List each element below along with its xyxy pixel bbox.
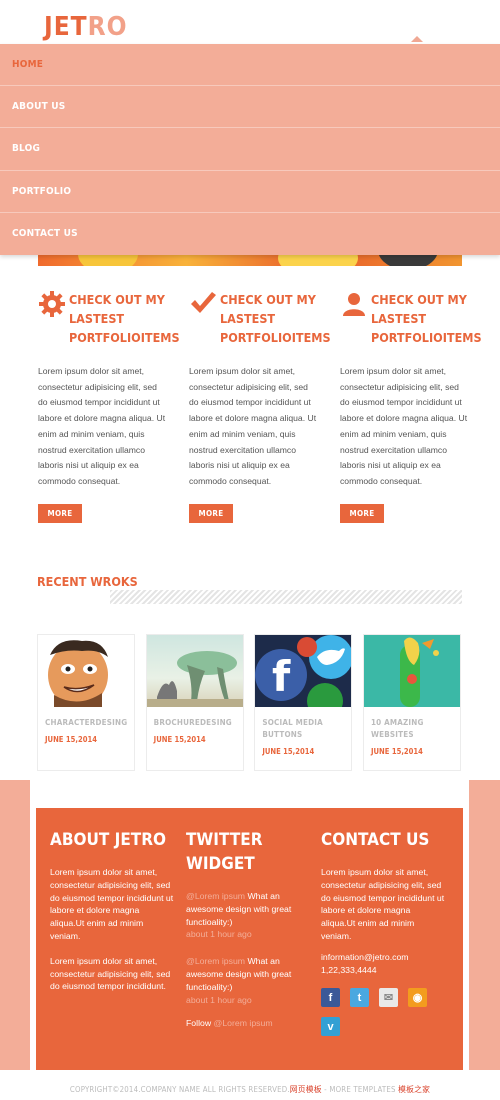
contact-email[interactable]: information@jetro.com [321, 952, 409, 962]
work-title: 10 AMAZING WEBSITES [370, 718, 424, 739]
tweet-handle[interactable]: @Lorem ipsum [186, 891, 245, 901]
tweet: @Lorem ipsum What an awesome design with… [186, 890, 311, 941]
feature-title: CHECK OUT MY LASTEST PORTFOLIOITEMS [220, 292, 331, 345]
tweet-handle[interactable]: @Lorem ipsum [186, 956, 245, 966]
footer-about-text-2: Lorem ipsum dolor sit amet, consectetur … [50, 955, 171, 992]
feature-column: CHECK OUT MY LASTEST PORTFOLIOITEMS Lore… [189, 290, 331, 523]
feature-column: CHECK OUT MY LASTEST PORTFOLIOITEMS Lore… [340, 290, 482, 523]
more-button[interactable]: MORE [38, 503, 82, 523]
work-date: JUNE 15,2014 [262, 747, 315, 756]
svg-text:f: f [272, 652, 291, 701]
gear-icon [39, 291, 65, 317]
tweet-time: about 1 hour ago [186, 994, 252, 1005]
tweet: @Lorem ipsum What an awesome design with… [186, 955, 311, 1006]
follow-handle[interactable]: @Lorem ipsum [214, 1018, 273, 1028]
footer-about: ABOUT JETRO Lorem ipsum dolor sit amet, … [50, 828, 175, 993]
work-title: BROCHUREDESING [153, 718, 232, 727]
footer-side-panel-right [469, 780, 500, 1070]
work-date: JUNE 15,2014 [45, 735, 97, 744]
tweet-time: about 1 hour ago [186, 929, 252, 940]
checkmark-icon [191, 292, 216, 313]
menu-item-home[interactable]: HOME [0, 44, 500, 87]
facebook-icon[interactable]: f [321, 988, 340, 1008]
section-divider [110, 590, 462, 604]
work-title: SOCIAL MEDIA BUTTONS [262, 718, 323, 739]
work-card[interactable]: BROCHUREDESING JUNE 15,2014 [145, 634, 244, 771]
logo-part-jet: JET [44, 12, 88, 42]
work-thumbnail[interactable] [363, 635, 460, 707]
footer-contact-title: CONTACT US [321, 830, 430, 850]
menu-item-contact-us[interactable]: CONTACT US [0, 213, 500, 255]
footer-twitter-title: TWITTER WIDGET [186, 830, 263, 874]
copyright: COPYRIGHT©2014.COMPANY NAME ALL RIGHTS R… [0, 1084, 500, 1095]
recent-works-title: RECENT WROKS [37, 574, 138, 589]
feature-title: CHECK OUT MY LASTEST PORTFOLIOITEMS [69, 292, 180, 345]
footer-about-title: ABOUT JETRO [50, 830, 167, 850]
feature-text: Lorem ipsum dolor sit amet, consectetur … [189, 366, 317, 486]
nav-menu: HOME ABOUT US BLOG PORTFOLIO CONTACT US [0, 44, 500, 255]
feature-column: CHECK OUT MY LASTEST PORTFOLIOITEMS Lore… [38, 290, 180, 523]
work-card[interactable]: 10 AMAZING WEBSITES JUNE 15,2014 [362, 634, 461, 771]
logo[interactable]: JETRO [44, 14, 128, 40]
social-icons: f t ✉ ◉ v [321, 988, 433, 1037]
copyright-link-1[interactable]: 网页模板 [290, 1085, 322, 1094]
work-card[interactable]: CHARACTERDESING JUNE 15,2014 [37, 634, 135, 771]
twitter-icon[interactable]: t [350, 988, 369, 1008]
footer-about-text: Lorem ipsum dolor sit amet, consectetur … [50, 867, 174, 941]
menu-item-about-us[interactable]: ABOUT US [0, 86, 500, 129]
copyright-separator: - MORE TEMPLATES [321, 1085, 399, 1094]
more-button[interactable]: MORE [340, 503, 384, 523]
rss-icon[interactable]: ◉ [408, 988, 427, 1008]
work-thumbnail[interactable] [146, 635, 243, 707]
work-thumbnail[interactable] [38, 635, 134, 707]
features-section: CHECK OUT MY LASTEST PORTFOLIOITEMS Lore… [38, 290, 482, 523]
follow-label: Follow [186, 1018, 214, 1029]
footer-contact-text: Lorem ipsum dolor sit amet, consectetur … [321, 867, 445, 941]
feature-title: CHECK OUT MY LASTEST PORTFOLIOITEMS [371, 292, 482, 345]
work-date: JUNE 15,2014 [370, 747, 423, 756]
contact-phone: 1,22,333,4444 [321, 964, 377, 975]
menu-item-blog[interactable]: BLOG [0, 128, 500, 171]
follow-link: Follow @Lorem ipsum [186, 1018, 311, 1028]
mail-icon[interactable]: ✉ [379, 988, 398, 1008]
vimeo-icon[interactable]: v [321, 1017, 340, 1037]
copyright-text: COPYRIGHT©2014.COMPANY NAME ALL RIGHTS R… [69, 1085, 290, 1094]
feature-text: Lorem ipsum dolor sit amet, consectetur … [340, 366, 468, 486]
footer: ABOUT JETRO Lorem ipsum dolor sit amet, … [36, 808, 463, 1070]
work-date: JUNE 15,2014 [153, 735, 206, 744]
copyright-link-2[interactable]: 模板之家 [398, 1085, 430, 1094]
logo-part-ro: RO [87, 12, 128, 42]
feature-text: Lorem ipsum dolor sit amet, consectetur … [38, 366, 166, 486]
work-thumbnail[interactable]: f [255, 635, 352, 707]
recent-works-grid: CHARACTERDESING JUNE 15,2014 BROCHUREDES… [37, 634, 461, 771]
more-button[interactable]: MORE [189, 503, 233, 523]
footer-side-panel-left [0, 780, 30, 1070]
work-title: CHARACTERDESING [45, 718, 128, 727]
menu-item-portfolio[interactable]: PORTFOLIO [0, 171, 500, 213]
work-card[interactable]: f SOCIAL MEDIA BUTTONS JUNE 15,2014 [254, 634, 353, 771]
user-icon [343, 293, 365, 316]
footer-contact: CONTACT US Lorem ipsum dolor sit amet, c… [321, 828, 446, 1037]
menu-caret-icon [411, 36, 423, 42]
footer-twitter: TWITTER WIDGET @Lorem ipsum What an awes… [186, 828, 311, 1028]
